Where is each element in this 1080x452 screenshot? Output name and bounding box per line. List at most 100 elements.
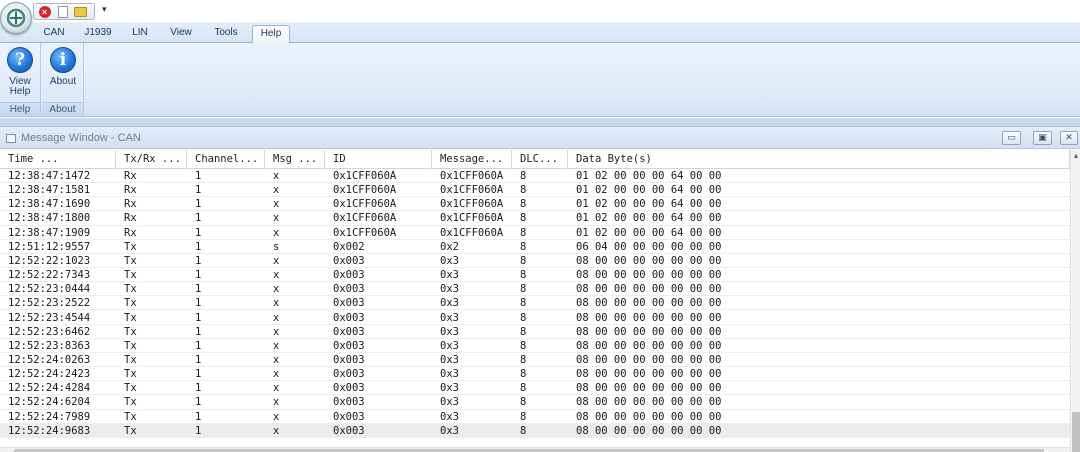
cell-channel: 1 (195, 212, 202, 225)
tab-view[interactable]: View (163, 25, 199, 43)
column-header-id[interactable]: ID (325, 150, 432, 169)
cell-channel: 1 (195, 269, 202, 282)
cell-id: 0x1CFF060A (333, 170, 397, 182)
cell-data-bytes: 01 02 00 00 00 64 00 00 (576, 170, 722, 182)
cell-id: 0x003 (333, 325, 365, 338)
table-row[interactable]: 12:52:22:7343 Tx 1 x 0x003 0x3 8 08 00 00 00 00… (0, 268, 1070, 283)
cell-dlc: 8 (520, 311, 527, 324)
maximize-button[interactable]: ▣ (1033, 131, 1052, 145)
cell-msg-type: x (273, 424, 280, 437)
cell-id: 0x003 (333, 283, 365, 296)
cell-msg-type: x (273, 198, 280, 211)
table-row[interactable]: 12:52:24:6204 Tx 1 x 0x003 0x3 8 08 00 00 00 00… (0, 395, 1070, 410)
customize-quick-access-button[interactable]: ▾ (102, 4, 107, 15)
horizontal-scrollbar[interactable] (0, 447, 1070, 452)
cell-tx-rx: Tx (124, 240, 137, 253)
cell-channel: 1 (195, 339, 202, 352)
cell-msg-type: x (273, 254, 280, 267)
column-header-message[interactable]: Message... (432, 150, 512, 169)
table-row[interactable]: 12:52:24:4284 Tx 1 x 0x003 0x3 8 08 00 00 00 00… (0, 381, 1070, 396)
group-label-about: About (42, 102, 83, 116)
table-row[interactable]: 12:52:22:1023 Tx 1 x 0x003 0x3 8 08 00 00 00 00… (0, 254, 1070, 269)
new-document-icon (57, 5, 68, 18)
tab-can[interactable]: CAN (36, 25, 72, 43)
cell-tx-rx: Rx (124, 184, 137, 197)
close-window-button[interactable]: ✕ (1060, 131, 1078, 145)
table-row[interactable]: 12:52:23:6462 Tx 1 x 0x003 0x3 8 08 00 00 00 00… (0, 325, 1070, 339)
message-grid[interactable]: Time ... Tx/Rx ... Channel... Msg ... ID Mess… (0, 150, 1070, 447)
ribbon-tab-row: CAN J1939 LIN View Tools Help (0, 22, 1080, 44)
table-row[interactable]: 12:52:23:8363 Tx 1 x 0x003 0x3 8 08 00 00 00 00… (0, 339, 1070, 353)
cell-msg-type: x (273, 325, 280, 338)
cell-msg-type: x (273, 297, 280, 310)
table-row[interactable]: 12:38:47:1472 Rx 1 x 0x1CFF060A 0x1CFF060A 8 01… (0, 169, 1070, 184)
cell-data-bytes: 01 02 00 00 00 64 00 00 (576, 198, 722, 211)
cell-id: 0x1CFF060A (333, 226, 397, 239)
cell-dlc: 8 (520, 184, 527, 197)
group-label-help: Help (0, 102, 40, 116)
cell-tx-rx: Tx (124, 424, 137, 437)
cell-channel: 1 (195, 283, 202, 296)
cell-id: 0x003 (333, 269, 365, 282)
cell-msg-type: x (273, 283, 280, 296)
tab-tools[interactable]: Tools (206, 25, 246, 43)
column-header-time[interactable]: Time ... (0, 150, 116, 169)
vertical-scroll-thumb[interactable] (1072, 412, 1080, 452)
table-row[interactable]: 12:52:23:2522 Tx 1 x 0x003 0x3 8 08 00 00 00 00… (0, 296, 1070, 311)
about-label: About (49, 76, 77, 87)
cell-message: 0x1CFF060A (440, 198, 504, 211)
table-row[interactable]: 12:38:47:1909 Rx 1 x 0x1CFF060A 0x1CFF060A 8 01… (0, 226, 1070, 240)
table-row[interactable]: 12:52:24:0263 Tx 1 x 0x003 0x3 8 08 00 00 00 00… (0, 353, 1070, 368)
cell-dlc: 8 (520, 269, 527, 282)
column-header-data-bytes[interactable]: Data Byte(s) (568, 150, 1070, 169)
open-folder-button[interactable] (73, 5, 88, 18)
table-row[interactable]: 12:52:24:9683 Tx 1 x 0x003 0x3 8 08 00 00 00 00… (0, 423, 1070, 438)
message-window-titlebar[interactable]: Message Window - CAN ▭ ▣ ✕ (0, 127, 1080, 149)
table-row[interactable]: 12:38:47:1800 Rx 1 x 0x1CFF060A 0x1CFF060A 8 01… (0, 211, 1070, 226)
table-row[interactable]: 12:51:12:9557 Tx 1 s 0x002 0x2 8 06 04 00 00 00… (0, 240, 1070, 254)
cell-msg-type: x (273, 184, 280, 197)
cell-time: 12:52:24:4284 (8, 382, 91, 395)
tab-help[interactable]: Help (252, 25, 290, 44)
cell-dlc: 8 (520, 325, 527, 338)
table-row[interactable]: 12:52:24:2423 Tx 1 x 0x003 0x3 8 08 00 00 00 00… (0, 367, 1070, 382)
cell-data-bytes: 01 02 00 00 00 64 00 00 (576, 184, 722, 197)
cell-dlc: 8 (520, 297, 527, 310)
cell-data-bytes: 08 00 00 00 00 00 00 00 (576, 410, 722, 423)
column-header-dlc[interactable]: DLC... (512, 150, 568, 169)
quick-access-toolbar: × (33, 3, 95, 20)
vertical-scrollbar[interactable]: ▴ (1070, 150, 1080, 452)
cell-id: 0x003 (333, 311, 365, 324)
cell-data-bytes: 08 00 00 00 00 00 00 00 (576, 311, 722, 324)
cell-channel: 1 (195, 410, 202, 423)
cell-tx-rx: Tx (124, 339, 137, 352)
table-row[interactable]: 12:52:24:7989 Tx 1 x 0x003 0x3 8 08 00 00 00 00… (0, 410, 1070, 424)
ribbon-group-help: ? View Help Help (0, 43, 41, 116)
tab-j1939[interactable]: J1939 (80, 25, 116, 43)
cell-data-bytes: 08 00 00 00 00 00 00 00 (576, 424, 722, 437)
cell-id: 0x1CFF060A (333, 212, 397, 225)
column-header-msg-type[interactable]: Msg ... (265, 150, 325, 169)
table-row[interactable]: 12:38:47:1690 Rx 1 x 0x1CFF060A 0x1CFF060A 8 01… (0, 197, 1070, 212)
view-help-button[interactable]: ? View Help (3, 47, 37, 97)
cell-tx-rx: Tx (124, 382, 137, 395)
new-document-button[interactable] (55, 5, 70, 18)
table-row[interactable]: 12:38:47:1581 Rx 1 x 0x1CFF060A 0x1CFF060A 8 01… (0, 183, 1070, 198)
table-row[interactable]: 12:52:23:4544 Tx 1 x 0x003 0x3 8 08 00 00 00 00… (0, 311, 1070, 325)
message-window: Message Window - CAN ▭ ▣ ✕ Time ... Tx/Rx… (0, 126, 1080, 452)
table-row[interactable]: 12:52:23:0444 Tx 1 x 0x003 0x3 8 08 00 00 00 00… (0, 282, 1070, 297)
minimize-button[interactable]: ▭ (1002, 131, 1021, 145)
column-header-channel[interactable]: Channel... (187, 150, 265, 169)
cell-time: 12:38:47:1690 (8, 198, 91, 211)
cell-data-bytes: 08 00 00 00 00 00 00 00 (576, 382, 722, 395)
cell-time: 12:52:24:6204 (8, 396, 91, 409)
scroll-up-icon[interactable]: ▴ (1072, 152, 1080, 160)
cell-time: 12:52:24:7989 (8, 410, 91, 423)
about-button[interactable]: i About (46, 47, 80, 87)
application-menu-button[interactable] (0, 2, 32, 34)
close-button[interactable]: × (37, 5, 52, 18)
cell-time: 12:38:47:1472 (8, 170, 91, 182)
cell-msg-type: s (273, 240, 280, 253)
column-header-tx-rx[interactable]: Tx/Rx ... (116, 150, 187, 169)
tab-lin[interactable]: LIN (124, 25, 156, 43)
